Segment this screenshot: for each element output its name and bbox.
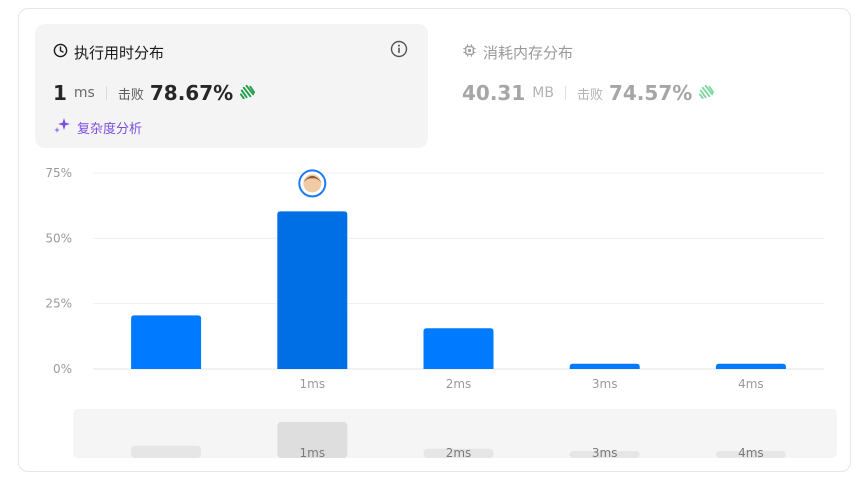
navigator-bar <box>131 445 202 458</box>
y-tick-label: 75% <box>45 166 72 180</box>
bar[interactable] <box>277 211 348 369</box>
runtime-distribution-chart[interactable]: 0% 25% 50% 75% 1ms 2ms 3ms 4ms 1ms 2ms 3ms 4ms <box>0 0 857 480</box>
x-tick-label: 2ms <box>446 377 472 391</box>
x-tick-label: 4ms <box>738 377 764 391</box>
bar[interactable] <box>423 328 494 369</box>
navigator-tick-label: 4ms <box>738 446 764 460</box>
navigator-tick-label: 3ms <box>592 446 618 460</box>
y-tick-label: 50% <box>45 231 72 245</box>
x-tick-label: 3ms <box>592 377 618 391</box>
x-tick-label: 1ms <box>300 377 326 391</box>
bar[interactable] <box>715 363 786 369</box>
navigator-tick-label: 2ms <box>446 446 472 460</box>
bar[interactable] <box>569 363 640 369</box>
y-tick-label: 0% <box>53 362 72 376</box>
y-tick-label: 25% <box>45 297 72 311</box>
bar[interactable] <box>131 315 202 369</box>
navigator-tick-label: 1ms <box>300 446 326 460</box>
